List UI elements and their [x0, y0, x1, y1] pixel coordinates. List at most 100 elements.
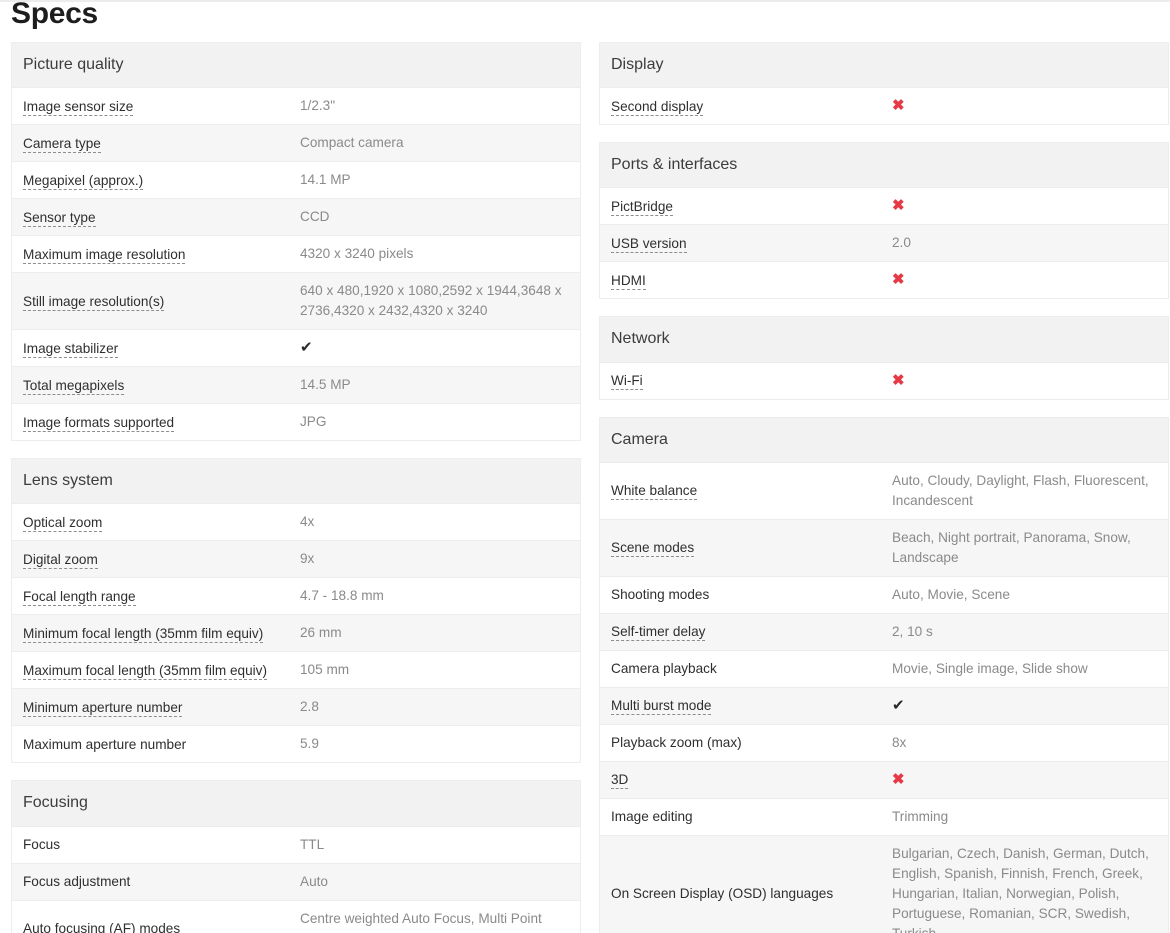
- spec-row: Still image resolution(s) 640 x 480,1920 …: [12, 272, 580, 330]
- spec-term-tooltip[interactable]: Optical zoom: [23, 514, 103, 532]
- spec-label: Megapixel (approx.): [12, 164, 300, 197]
- spec-term-tooltip[interactable]: Digital zoom: [23, 551, 98, 569]
- spec-row: Shooting modes Auto, Movie, Scene: [600, 575, 1168, 613]
- spec-term-tooltip[interactable]: Image formats supported: [23, 414, 175, 432]
- spec-row: USB version 2.0: [600, 224, 1168, 262]
- spec-section: Camera White balance Auto, Cloudy, Dayligh…: [599, 416, 1169, 933]
- section-header: Display: [600, 42, 1168, 88]
- spec-term-tooltip[interactable]: Second display: [611, 98, 704, 116]
- section-header: Lens system: [12, 458, 580, 504]
- section-header: Picture quality: [12, 42, 580, 88]
- spec-term-tooltip[interactable]: Wi-Fi: [611, 373, 643, 391]
- spec-value: 8x: [892, 734, 907, 750]
- spec-term-tooltip[interactable]: Image sensor size: [23, 98, 134, 116]
- cross-icon: ✖: [892, 770, 905, 788]
- spec-term: Playback zoom (max): [611, 735, 742, 751]
- spec-term-tooltip[interactable]: Focal length range: [23, 588, 136, 606]
- spec-value: ✖: [892, 88, 1168, 124]
- cross-icon: ✖: [892, 97, 905, 115]
- spec-term: Focus adjustment: [23, 874, 131, 890]
- spec-label: On Screen Display (OSD) languages: [600, 877, 892, 910]
- spec-term-tooltip[interactable]: Minimum focal length (35mm film equiv): [23, 625, 264, 643]
- spec-value: 26 mm: [300, 625, 342, 641]
- spec-value: ✔: [892, 688, 1168, 724]
- spec-term-tooltip[interactable]: USB version: [611, 235, 687, 253]
- spec-section: Ports & interfaces PictBridge ✖ USB version…: [599, 142, 1169, 300]
- spec-term: Maximum aperture number: [23, 736, 187, 752]
- spec-term-tooltip[interactable]: PictBridge: [611, 198, 673, 216]
- spec-term-tooltip[interactable]: Auto focusing (AF) modes: [23, 921, 181, 933]
- spec-label: Minimum aperture number: [12, 691, 300, 724]
- spec-term-tooltip[interactable]: Image stabilizer: [23, 340, 119, 358]
- spec-label: Image formats supported: [12, 406, 300, 439]
- spec-term-tooltip[interactable]: Camera type: [23, 135, 101, 153]
- spec-label: Focus: [12, 828, 300, 861]
- spec-term-tooltip[interactable]: Megapixel (approx.): [23, 172, 144, 190]
- spec-label: Minimum focal length (35mm film equiv): [12, 617, 300, 650]
- spec-label: Wi-Fi: [600, 364, 892, 397]
- spec-term: Camera playback: [611, 661, 717, 677]
- spec-row: Megapixel (approx.) 14.1 MP: [12, 161, 580, 199]
- spec-row: Self-timer delay 2, 10 s: [600, 612, 1168, 650]
- spec-label: Self-timer delay: [600, 615, 892, 648]
- spec-row: Image formats supported JPG: [12, 403, 580, 441]
- spec-row: 3D ✖: [600, 760, 1168, 798]
- spec-row: Optical zoom 4x: [12, 503, 580, 541]
- spec-value: 1/2.3": [300, 98, 336, 114]
- spec-row: Camera type Compact camera: [12, 124, 580, 162]
- spec-label: Digital zoom: [12, 543, 300, 576]
- spec-term-tooltip[interactable]: Maximum image resolution: [23, 246, 186, 264]
- spec-value: 105 mm: [300, 662, 350, 678]
- spec-row: Maximum aperture number 5.9: [12, 725, 580, 763]
- spec-term-tooltip[interactable]: White balance: [611, 483, 698, 501]
- spec-row: Image editing Trimming: [600, 797, 1168, 835]
- spec-value: ✖: [892, 762, 1168, 798]
- cross-icon: ✖: [892, 271, 905, 289]
- spec-value: 4x: [300, 514, 315, 530]
- spec-term-tooltip[interactable]: Maximum focal length (35mm film equiv): [23, 662, 268, 680]
- spec-value: ✔: [300, 330, 580, 366]
- spec-label: Playback zoom (max): [600, 726, 892, 759]
- spec-term-tooltip[interactable]: 3D: [611, 772, 629, 790]
- spec-row: Total megapixels 14.5 MP: [12, 366, 580, 404]
- spec-term-tooltip[interactable]: Scene modes: [611, 540, 695, 558]
- spec-value: Auto, Cloudy, Daylight, Flash, Fluoresce…: [892, 472, 1149, 508]
- spec-value: ✖: [892, 262, 1168, 298]
- spec-row: Playback zoom (max) 8x: [600, 723, 1168, 761]
- spec-section: Lens system Optical zoom 4x Digital zoom 9x F…: [11, 458, 581, 764]
- spec-section: Picture quality Image sensor size 1/2.3" Ca…: [11, 42, 581, 442]
- spec-value: 640 x 480,1920 x 1080,2592 x 1944,3648 x…: [300, 283, 562, 319]
- spec-label: Scene modes: [600, 531, 892, 564]
- spec-row: HDMI ✖: [600, 261, 1168, 299]
- spec-value: Auto: [300, 873, 328, 889]
- spec-value: 9x: [300, 551, 315, 567]
- section-header: Ports & interfaces: [600, 142, 1168, 188]
- spec-value: JPG: [300, 414, 327, 430]
- spec-term-tooltip[interactable]: Sensor type: [23, 209, 96, 227]
- spec-row: Auto focusing (AF) modes Centre weighted …: [12, 899, 580, 933]
- spec-term-tooltip[interactable]: Minimum aperture number: [23, 699, 183, 717]
- spec-value: 14.5 MP: [300, 377, 351, 393]
- spec-term-tooltip[interactable]: Still image resolution(s): [23, 293, 165, 311]
- check-icon: ✔: [300, 339, 313, 357]
- spec-term-tooltip[interactable]: HDMI: [611, 272, 646, 290]
- specs-left-column: Picture quality Image sensor size 1/2.3" Ca…: [11, 42, 581, 933]
- spec-term-tooltip[interactable]: Multi burst mode: [611, 698, 712, 716]
- spec-row: Wi-Fi ✖: [600, 361, 1168, 399]
- spec-term-tooltip[interactable]: Total megapixels: [23, 377, 125, 395]
- spec-value: CCD: [300, 209, 330, 225]
- check-icon: ✔: [892, 696, 905, 714]
- spec-label: Still image resolution(s): [12, 285, 300, 318]
- spec-value: Trimming: [892, 808, 949, 824]
- spec-value: 4.7 - 18.8 mm: [300, 588, 384, 604]
- spec-value: 4320 x 3240 pixels: [300, 246, 414, 262]
- cross-icon: ✖: [892, 197, 905, 215]
- spec-value: Compact camera: [300, 135, 404, 151]
- spec-label: Multi burst mode: [600, 689, 892, 722]
- spec-row: Minimum aperture number 2.8: [12, 688, 580, 726]
- spec-term: Focus: [23, 837, 61, 853]
- spec-label: Maximum aperture number: [12, 728, 300, 761]
- spec-row: Multi burst mode ✔: [600, 686, 1168, 724]
- spec-row: Focus TTL: [12, 825, 580, 863]
- spec-term-tooltip[interactable]: Self-timer delay: [611, 624, 706, 642]
